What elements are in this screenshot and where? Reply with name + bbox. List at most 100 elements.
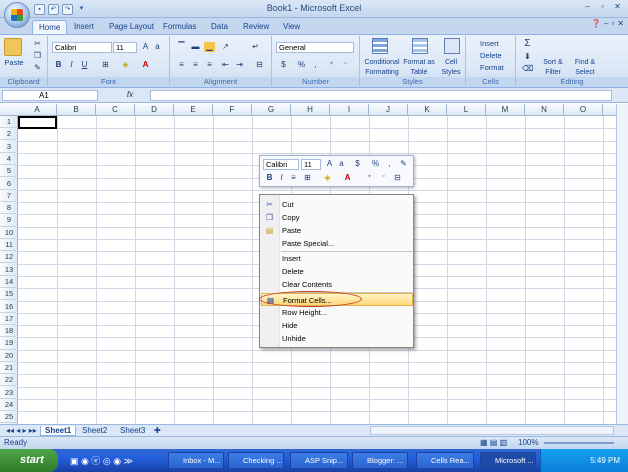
task-asp-snip[interactable]: ASP Snip... xyxy=(290,452,348,469)
sheet-nav-arrows[interactable]: ◂◂ ◂ ▸ ▸▸ xyxy=(2,426,41,436)
borders-icon[interactable]: ⊞ xyxy=(100,60,111,70)
insert-sheet-icon[interactable]: ✚ xyxy=(150,426,165,436)
restore-button[interactable]: ▫ xyxy=(596,2,609,13)
mini-bold-icon[interactable]: B xyxy=(264,173,275,183)
column-header[interactable]: B xyxy=(57,104,96,116)
menu-hide[interactable]: Hide xyxy=(261,319,413,332)
menu-copy[interactable]: ❐ Copy xyxy=(261,211,413,224)
row-header[interactable]: 3 xyxy=(0,141,18,153)
column-header[interactable]: J xyxy=(369,104,408,116)
task-checking[interactable]: Checking ... xyxy=(228,452,284,469)
row-header[interactable]: 11 xyxy=(0,239,18,252)
row-header[interactable]: 8 xyxy=(0,202,18,215)
menu-unhide[interactable]: Unhide xyxy=(261,332,413,345)
mini-comma-button[interactable]: , xyxy=(384,159,395,169)
task-cells-rea[interactable]: Cells Rea... xyxy=(416,452,474,469)
name-box[interactable]: A1 xyxy=(2,90,98,101)
column-header[interactable]: I xyxy=(330,104,369,116)
tab-review[interactable]: Review xyxy=(237,20,275,34)
align-left-icon[interactable]: ≡ xyxy=(176,60,187,70)
underline-icon[interactable]: U xyxy=(79,60,90,70)
delete-cells-button[interactable]: Delete xyxy=(480,51,502,61)
row-header[interactable]: 13 xyxy=(0,264,18,276)
decrease-decimal-icon[interactable]: ⁻ xyxy=(340,60,351,70)
merge-center-icon[interactable]: ⊟ xyxy=(254,60,265,70)
quick-launch-icons[interactable]: ▣ ◉ ⓔ ◎ ◉ ≫ xyxy=(70,454,133,467)
sheet-tab-1[interactable]: Sheet1 xyxy=(40,426,77,436)
mini-increase-decimal-icon[interactable]: ⁺ xyxy=(364,173,375,183)
tab-page-layout[interactable]: Page Layout xyxy=(103,20,160,34)
column-header[interactable]: M xyxy=(486,104,525,116)
font-size-select[interactable]: 11 xyxy=(113,42,137,53)
orientation-icon[interactable]: ↗ xyxy=(220,42,231,52)
row-header[interactable]: 2 xyxy=(0,128,18,141)
increase-indent-icon[interactable]: ⇥ xyxy=(234,60,245,70)
cut-icon[interactable]: ✂ xyxy=(32,39,43,49)
menu-paste-special[interactable]: Paste Special... xyxy=(261,237,413,250)
row-header[interactable]: 5 xyxy=(0,165,18,178)
close-button[interactable]: ✕ xyxy=(611,2,624,13)
column-header[interactable]: G xyxy=(252,104,291,116)
comma-button[interactable]: , xyxy=(310,60,321,70)
row-header[interactable]: 1 xyxy=(0,116,18,129)
active-cell[interactable] xyxy=(18,116,57,129)
align-middle-icon[interactable]: ▬ xyxy=(190,42,201,52)
row-header[interactable]: 19 xyxy=(0,337,18,350)
mini-percent-button[interactable]: % xyxy=(370,159,381,169)
format-painter-icon[interactable]: ✎ xyxy=(32,63,43,73)
row-header[interactable]: 24 xyxy=(0,399,18,412)
mini-merge-icon[interactable]: ⊟ xyxy=(392,173,403,183)
column-header[interactable]: H xyxy=(291,104,330,116)
tab-insert[interactable]: Insert xyxy=(68,20,100,34)
row-header[interactable]: 25 xyxy=(0,411,18,424)
insert-cells-button[interactable]: Insert xyxy=(480,39,499,49)
task-blogger[interactable]: Blogger: ... xyxy=(352,452,408,469)
horizontal-scrollbar[interactable] xyxy=(370,426,614,435)
fill-icon[interactable]: ⬇ xyxy=(522,52,533,62)
grow-font-icon[interactable]: A xyxy=(140,42,151,52)
mini-decrease-decimal-icon[interactable]: ⁻ xyxy=(378,173,389,183)
sheet-tab-2[interactable]: Sheet2 xyxy=(78,426,111,436)
row-header[interactable]: 7 xyxy=(0,190,18,202)
mini-format-painter-icon[interactable]: ✎ xyxy=(398,159,409,169)
clear-icon[interactable]: ⌫ xyxy=(522,64,533,74)
autosum-button[interactable]: Σ xyxy=(522,39,533,49)
row-header[interactable]: 23 xyxy=(0,387,18,399)
mini-font-select[interactable]: Calibri xyxy=(263,159,299,170)
column-header[interactable]: C xyxy=(96,104,135,116)
font-color-icon[interactable]: A xyxy=(140,60,151,70)
decrease-indent-icon[interactable]: ⇤ xyxy=(220,60,231,70)
workbook-close-button[interactable]: ✕ xyxy=(617,19,624,28)
align-top-icon[interactable]: ▔ xyxy=(176,42,187,52)
zoom-level[interactable]: 100% xyxy=(518,438,538,447)
row-header[interactable]: 12 xyxy=(0,251,18,264)
column-header[interactable]: A xyxy=(18,104,57,116)
row-header[interactable]: 15 xyxy=(0,288,18,301)
cell-styles-button[interactable]: Cell Styles xyxy=(438,58,464,78)
menu-insert[interactable]: Insert xyxy=(261,252,413,265)
cell-styles-icon[interactable] xyxy=(444,38,460,54)
row-header[interactable]: 16 xyxy=(0,301,18,313)
column-header[interactable]: L xyxy=(447,104,486,116)
office-button[interactable] xyxy=(4,2,30,28)
percent-button[interactable]: % xyxy=(296,60,307,70)
column-header[interactable]: O xyxy=(564,104,603,116)
number-format-select[interactable]: General xyxy=(276,42,354,53)
format-as-table-button[interactable]: Format as Table xyxy=(403,58,435,78)
row-header[interactable]: 10 xyxy=(0,227,18,239)
format-as-table-icon[interactable] xyxy=(412,38,428,54)
conditional-formatting-icon[interactable] xyxy=(372,38,388,54)
shrink-font-icon[interactable]: a xyxy=(152,42,163,52)
italic-icon[interactable]: I xyxy=(66,60,77,70)
align-center-icon[interactable]: ≡ xyxy=(190,60,201,70)
row-header[interactable]: 4 xyxy=(0,153,18,166)
row-header[interactable]: 14 xyxy=(0,276,18,289)
sort-filter-button[interactable]: Sort & Filter xyxy=(538,58,568,78)
mini-shrink-font-icon[interactable]: a xyxy=(336,159,347,169)
tab-formulas[interactable]: Formulas xyxy=(157,20,202,34)
tab-view[interactable]: View xyxy=(277,20,306,34)
mini-center-icon[interactable]: ≡ xyxy=(288,173,299,183)
column-header[interactable]: N xyxy=(525,104,564,116)
column-header[interactable]: D xyxy=(135,104,174,116)
workbook-restore-button[interactable]: ▫ xyxy=(611,19,614,28)
